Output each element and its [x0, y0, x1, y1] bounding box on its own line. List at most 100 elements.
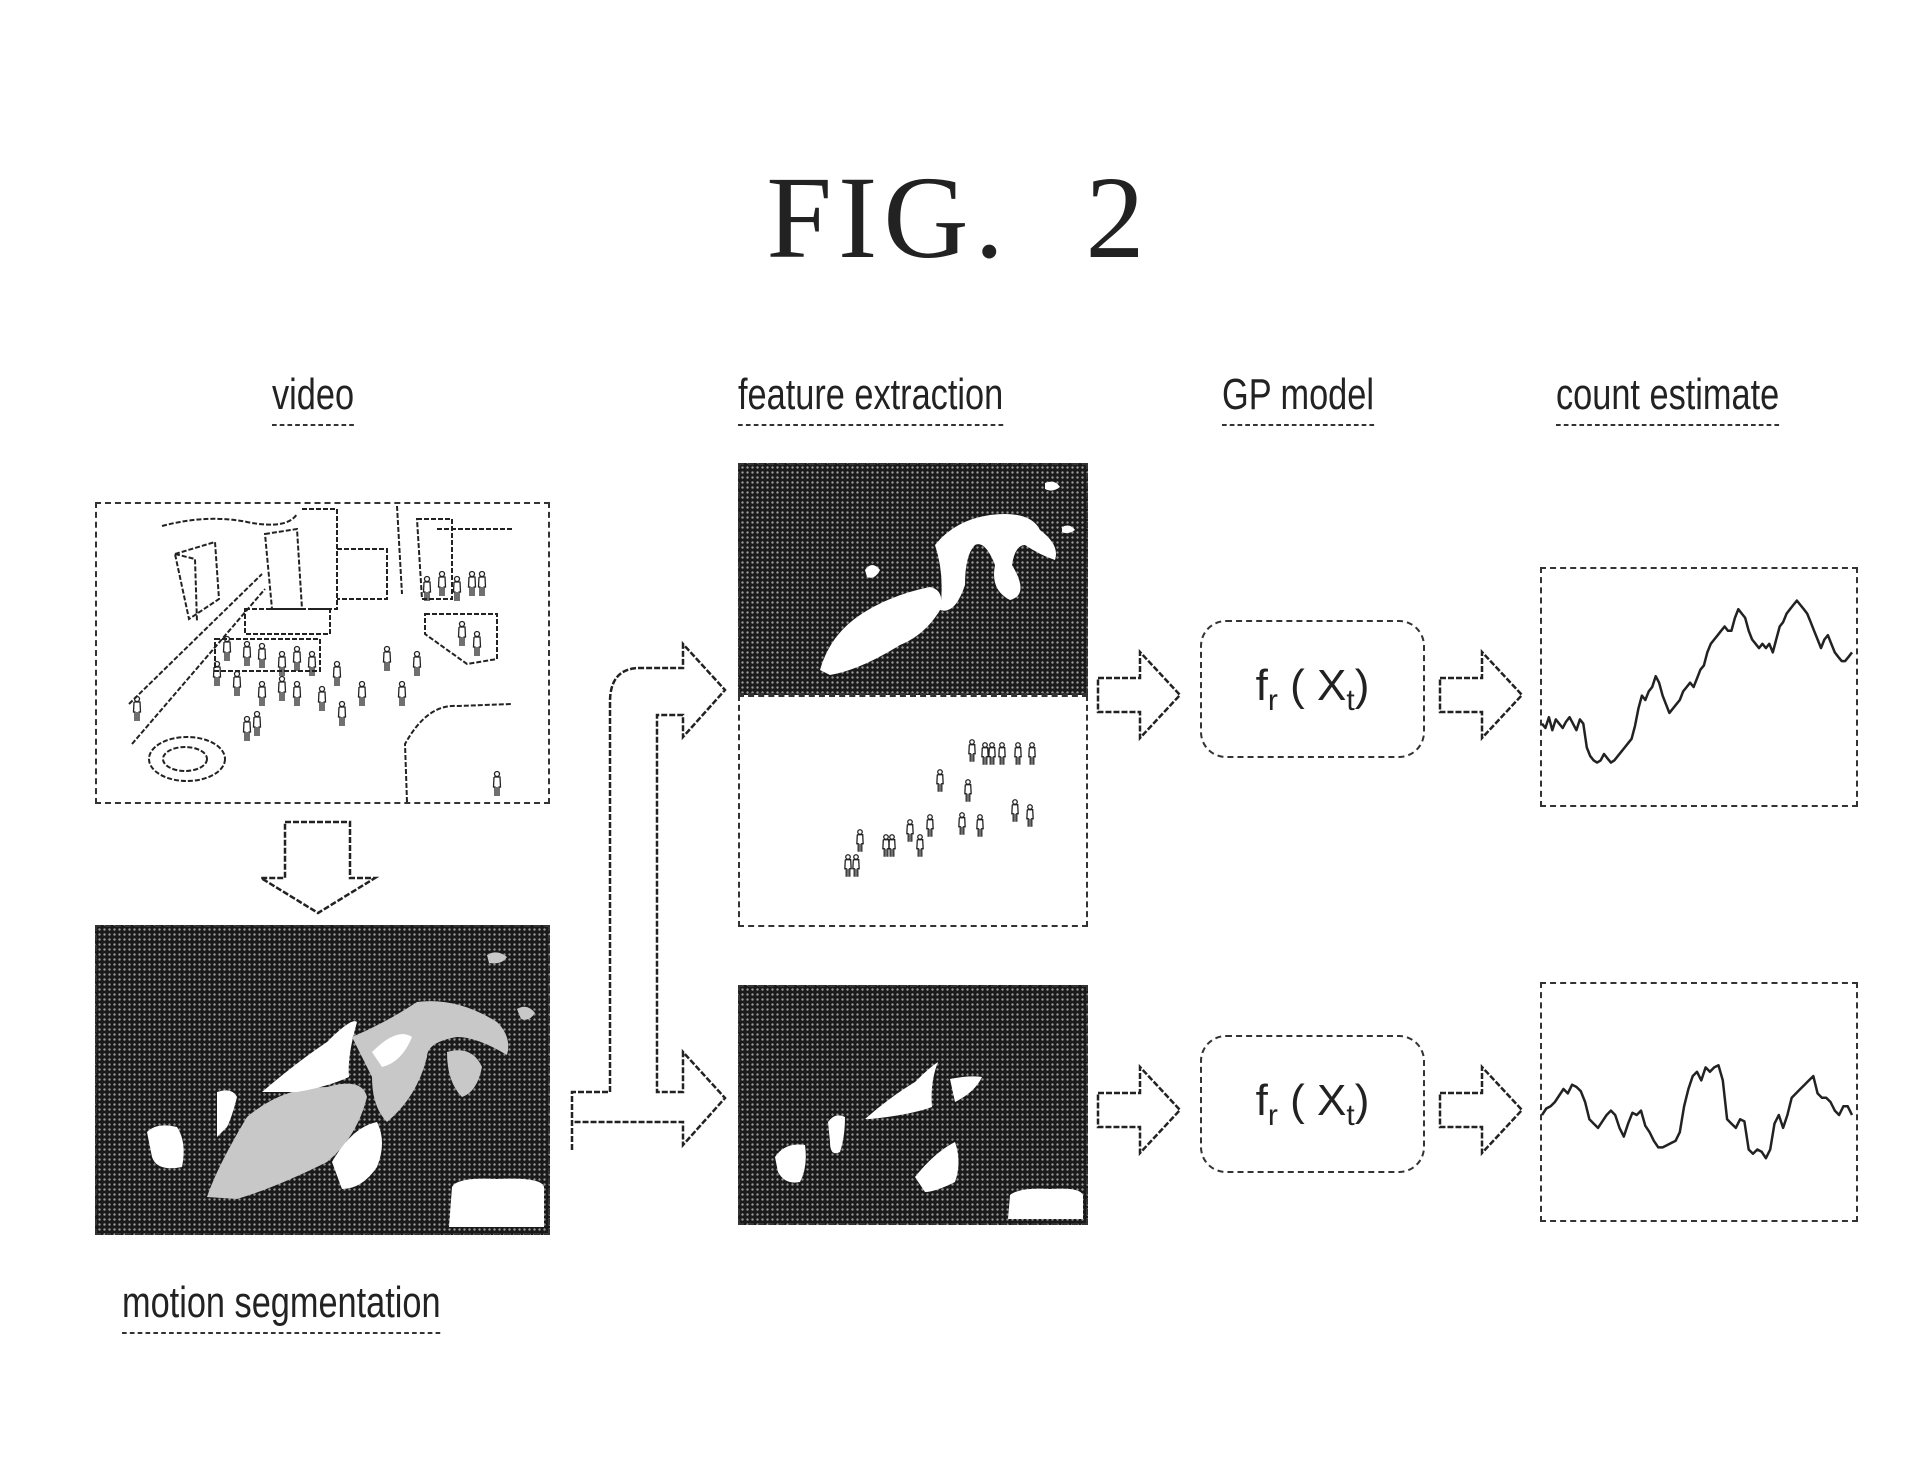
person-figure	[317, 685, 327, 711]
edge-person-figure	[844, 854, 852, 877]
edge-person-figure	[936, 769, 944, 792]
person-figure	[337, 700, 347, 726]
count-chart-1-plot	[1541, 599, 1853, 764]
down-arrow-icon	[256, 820, 380, 915]
edge-person-figure	[882, 834, 890, 857]
feature-edge-image	[738, 695, 1088, 927]
motion-segmentation-mask	[95, 925, 550, 1235]
formula-sub-t: t	[1346, 1098, 1355, 1132]
person-figure	[422, 575, 432, 601]
person-figure	[477, 570, 487, 596]
feature-blob	[820, 587, 942, 675]
formula-paren-open: (	[1290, 660, 1305, 710]
feature-mask-crowd-2	[738, 985, 1088, 1225]
arrow-to-gp-2-icon	[1096, 1063, 1182, 1157]
edge-person-figure	[976, 814, 984, 837]
person-figure	[232, 670, 242, 696]
edge-person-figure	[998, 742, 1006, 765]
person-figure	[292, 680, 302, 706]
video-people	[132, 570, 502, 796]
formula-x: X	[1317, 1075, 1347, 1125]
person-figure	[242, 640, 252, 666]
stage-label-motion-segmentation: motion segmentation	[122, 1278, 441, 1334]
gp-model-box-2: fr ( Xt)	[1200, 1035, 1425, 1173]
edge-person-figure	[988, 742, 996, 765]
segment-blob	[217, 1090, 237, 1137]
edge-person-figure	[1026, 804, 1034, 827]
motion-segmentation-blobs	[147, 952, 544, 1227]
formula-sub-r: r	[1267, 683, 1278, 717]
count-chart-2-plot	[1540, 1064, 1854, 1160]
segment-blob-gray	[447, 1050, 482, 1097]
feature-blob	[828, 1115, 845, 1154]
person-figure	[242, 715, 252, 741]
segment-blob	[262, 1021, 357, 1092]
gp-model-box-1: fr ( Xt)	[1200, 620, 1425, 758]
count-series-line	[1541, 599, 1853, 764]
count-chart-2	[1540, 982, 1858, 1222]
edge-person-figure	[1011, 799, 1019, 822]
person-figure	[222, 635, 232, 661]
edge-person-figure	[926, 814, 934, 837]
person-figure	[492, 770, 502, 796]
person-figure	[332, 660, 342, 686]
person-figure	[277, 650, 287, 676]
segment-blob-gray	[352, 1001, 509, 1122]
person-figure	[467, 570, 477, 596]
person-figure	[292, 645, 302, 671]
branch-arrow-icon	[570, 640, 727, 1150]
formula-f: f	[1255, 1075, 1268, 1125]
edge-person-figure	[852, 854, 860, 877]
formula-sub-t: t	[1346, 683, 1355, 717]
person-figure	[412, 650, 422, 676]
edge-person-figure	[906, 819, 914, 842]
stage-label-feature-extraction: feature extraction	[738, 370, 1004, 426]
segment-blob	[147, 1125, 184, 1169]
arrow-to-count-2-icon	[1438, 1063, 1524, 1157]
feature-blob	[935, 514, 1056, 611]
person-figure	[397, 680, 407, 706]
formula-sub-r: r	[1267, 1098, 1278, 1132]
stage-label-count-estimate: count estimate	[1556, 370, 1780, 426]
edge-person-figure	[1028, 742, 1036, 765]
feature-mask-crowd-1	[738, 463, 1088, 695]
edge-person-figure	[888, 834, 896, 857]
feature-blob	[775, 1144, 806, 1183]
person-figure	[472, 630, 482, 656]
person-figure	[277, 675, 287, 701]
edge-person-figure	[1014, 742, 1022, 765]
edge-person-figure	[958, 812, 966, 835]
person-figure	[212, 660, 222, 686]
feature-blob	[1008, 1188, 1083, 1219]
person-figure	[132, 695, 142, 721]
person-figure	[252, 710, 262, 736]
edge-person-figure	[856, 829, 864, 852]
person-figure	[357, 680, 367, 706]
person-figure	[307, 650, 317, 676]
person-figure	[437, 570, 447, 596]
feature-mask-blobs-1	[820, 481, 1075, 675]
feature-blob	[1062, 525, 1075, 534]
video-frame	[95, 502, 550, 804]
feature-blob	[865, 1062, 938, 1119]
feature-blob	[915, 1142, 959, 1192]
feature-blob	[1045, 481, 1060, 491]
gp-formula-1: fr ( Xt)	[1256, 661, 1370, 718]
edge-person-figure	[916, 834, 924, 857]
feature-blob	[950, 1076, 982, 1102]
segment-blob-gray	[487, 952, 507, 964]
edge-person-figure	[981, 742, 989, 765]
arrow-to-count-1-icon	[1438, 648, 1524, 742]
formula-paren-close: )	[1354, 1075, 1370, 1125]
formula-paren-close: )	[1354, 660, 1370, 710]
person-figure	[382, 645, 392, 671]
stage-label-gp-model: GP model	[1222, 370, 1374, 426]
person-figure	[457, 620, 467, 646]
segment-blob	[449, 1178, 544, 1227]
person-figure	[452, 575, 462, 601]
stage-label-video: video	[272, 370, 355, 426]
count-chart-1	[1540, 567, 1858, 807]
feature-edge-people	[844, 739, 1036, 877]
formula-f: f	[1255, 660, 1268, 710]
person-figure	[257, 680, 267, 706]
